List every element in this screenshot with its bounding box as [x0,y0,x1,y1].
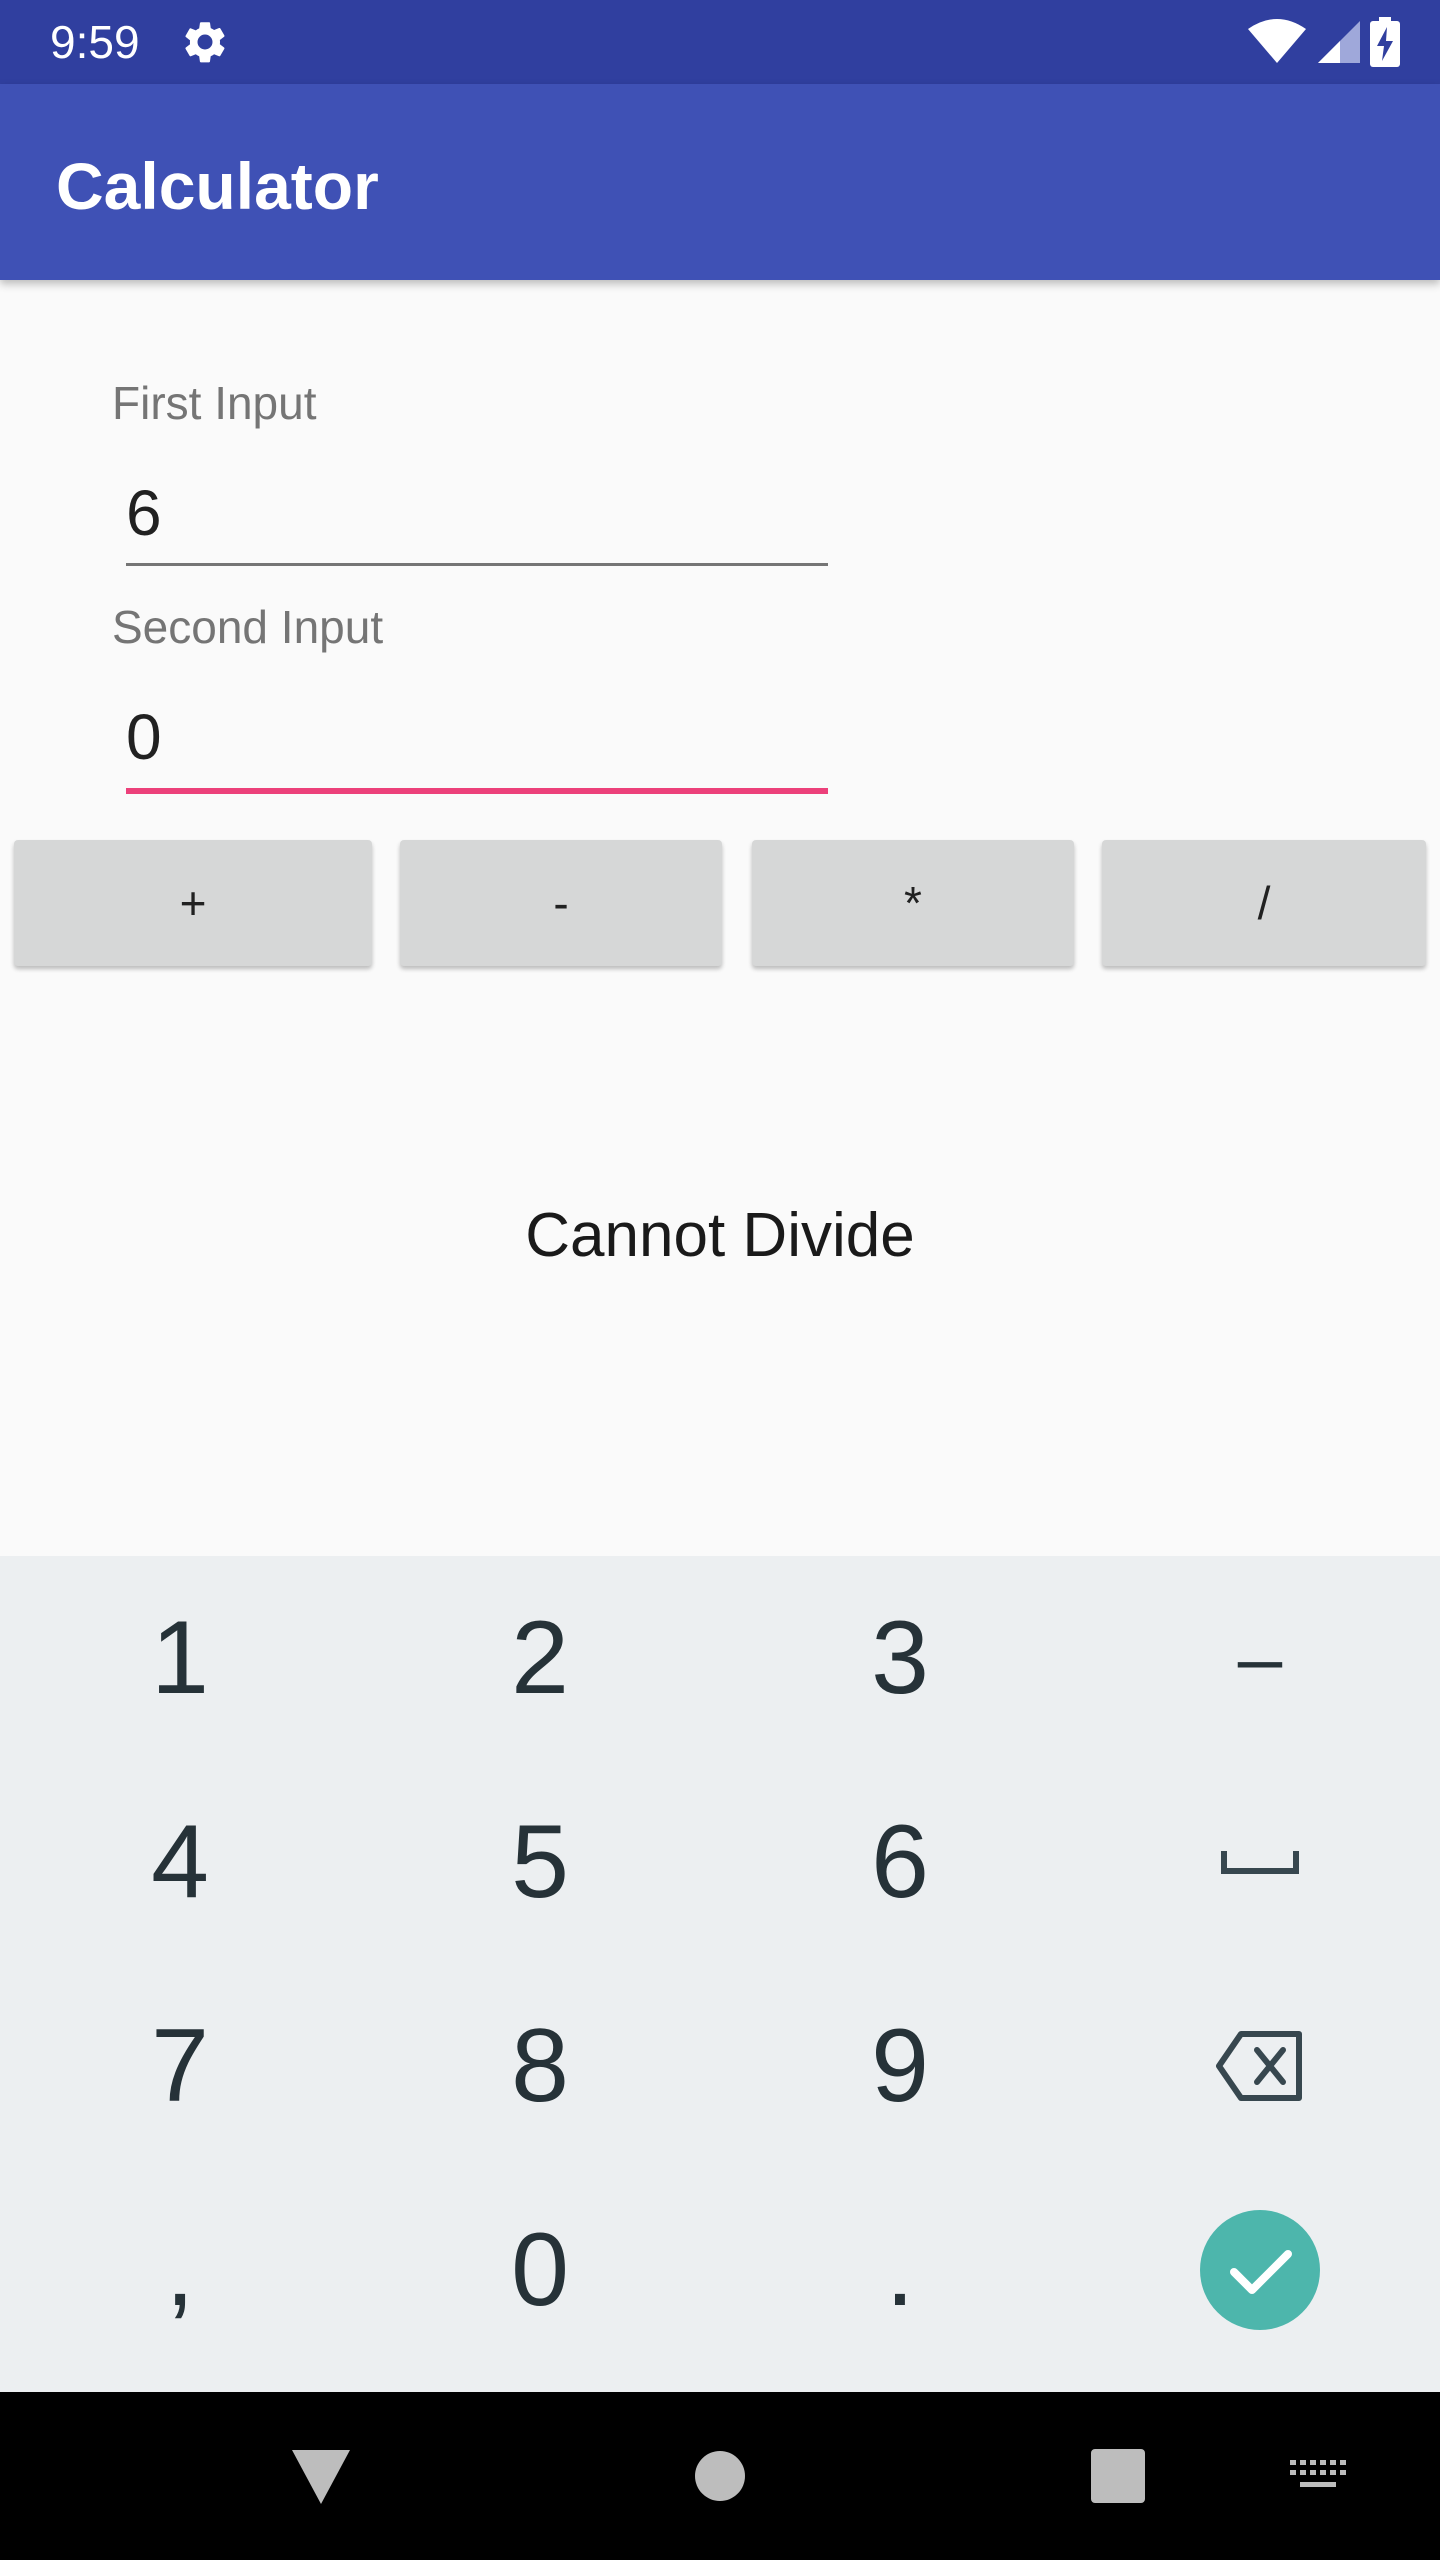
key-0[interactable]: 0 [360,2168,720,2372]
key-8[interactable]: 8 [360,1964,720,2168]
status-time: 9:59 [50,16,140,68]
keyboard-switch-icon[interactable] [1290,2460,1346,2494]
key-3[interactable]: 3 [720,1556,1080,1760]
key-period[interactable]: . [720,2168,1080,2372]
app-title: Calculator [56,149,379,223]
key-done[interactable] [1080,2168,1440,2372]
key-5[interactable]: 5 [360,1760,720,1964]
recents-icon[interactable] [1090,2448,1146,2504]
divide-button[interactable]: / [1102,840,1426,966]
battery-charging-icon [1370,17,1400,67]
first-input-field[interactable]: 6 [126,476,162,550]
navigation-bar [0,2392,1440,2560]
second-input-label: Second Input [112,601,384,653]
home-icon[interactable] [694,2450,746,2502]
key-minus[interactable]: – [1080,1556,1440,1760]
first-input-underline [126,563,828,566]
key-1[interactable]: 1 [0,1556,360,1760]
second-input-field[interactable]: 0 [126,700,162,774]
subtract-button[interactable]: - [400,840,722,966]
key-space[interactable] [1080,1760,1440,1964]
settings-gear-icon [185,22,225,63]
status-icons [1248,16,1400,68]
key-2[interactable]: 2 [360,1556,720,1760]
app-bar: Calculator [0,84,1440,280]
key-6[interactable]: 6 [720,1760,1080,1964]
back-icon[interactable] [290,2448,352,2506]
key-9[interactable]: 9 [720,1964,1080,2168]
key-4[interactable]: 4 [0,1760,360,1964]
backspace-icon [1216,2031,1302,2101]
numeric-keyboard: 1 2 3 – 4 5 6 7 8 9 , 0 . [0,1556,1440,2392]
key-backspace[interactable] [1080,1964,1440,2168]
space-icon [1221,1851,1299,1874]
status-bar: 9:59 [0,0,1440,84]
add-button[interactable]: + [14,840,372,966]
result-text: Cannot Divide [525,1201,915,1270]
done-check-icon [1200,2210,1320,2330]
cell-signal-icon [1318,21,1360,63]
second-input-underline [126,788,828,794]
key-comma[interactable]: , [0,2168,360,2372]
key-7[interactable]: 7 [0,1964,360,2168]
multiply-button[interactable]: * [752,840,1074,966]
wifi-icon [1248,19,1306,63]
first-input-label: First Input [112,377,317,429]
